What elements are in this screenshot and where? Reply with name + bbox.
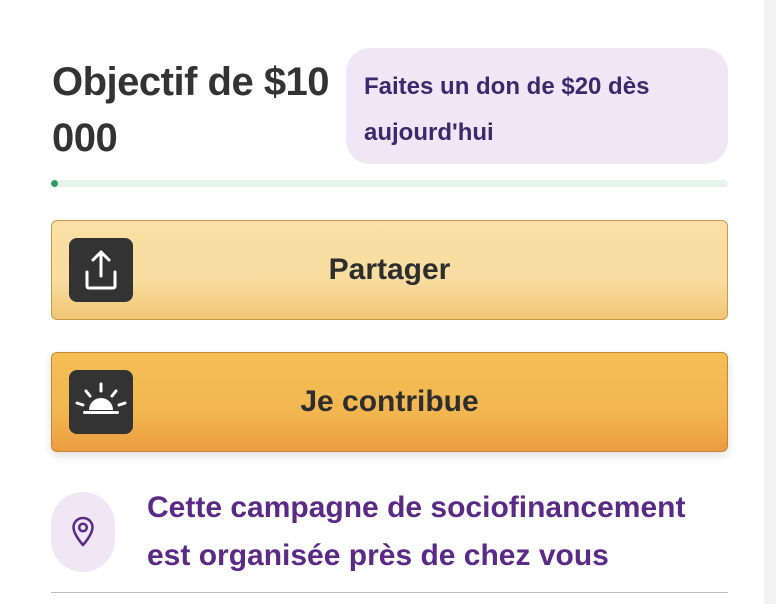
- donation-suggestion-text: Faites un don de $20 dès aujourd'hui: [364, 73, 650, 146]
- map-pin-icon-badge: [51, 492, 115, 572]
- contribute-button[interactable]: Je contribue: [51, 352, 728, 452]
- goal-title: Objectif de $10 000: [52, 60, 330, 160]
- donation-suggestion-badge: Faites un don de $20 dès aujourd'hui: [346, 48, 728, 164]
- funding-progress-fill: [51, 180, 58, 187]
- share-button[interactable]: Partager: [51, 220, 728, 320]
- section-divider: [51, 592, 728, 593]
- campaign-card: Objectif de $10 000 Faites un don de $20…: [0, 0, 764, 604]
- local-campaign-text: Cette campagne de sociofinancement est o…: [147, 491, 686, 572]
- funding-progress-bar: [51, 180, 728, 187]
- map-pin-icon: [72, 516, 94, 547]
- contribute-button-label: Je contribue: [300, 385, 479, 418]
- share-button-label: Partager: [328, 253, 451, 286]
- local-campaign-notice: Cette campagne de sociofinancement est o…: [51, 484, 728, 592]
